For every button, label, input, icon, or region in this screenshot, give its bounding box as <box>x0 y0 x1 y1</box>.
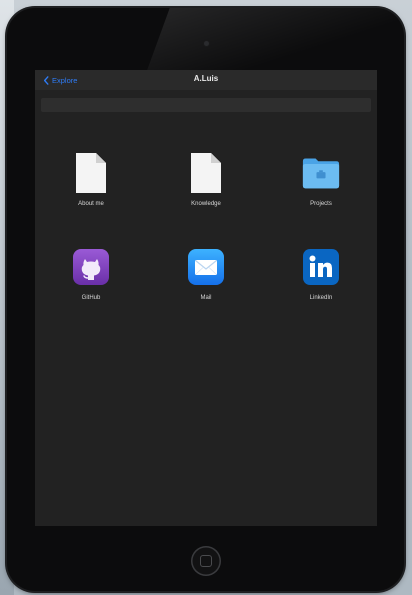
item-label: Mail <box>200 295 212 301</box>
github-icon <box>72 247 110 287</box>
item-label: Knowledge <box>191 201 221 207</box>
navigation-bar: Explore A.Luis <box>35 70 377 90</box>
item-label: Projects <box>310 201 332 207</box>
home-button[interactable] <box>191 546 221 576</box>
item-label: LinkedIn <box>309 295 333 301</box>
item-label: GitHub <box>81 295 101 301</box>
item-projects[interactable]: Projects <box>271 153 371 207</box>
screen: Explore A.Luis About me Knowledge Projec… <box>35 70 377 526</box>
page-title: A.Luis <box>193 74 219 83</box>
item-mail[interactable]: Mail <box>156 247 256 301</box>
item-about-me[interactable]: About me <box>41 153 141 207</box>
item-linkedin[interactable]: LinkedIn <box>271 247 371 301</box>
document-icon <box>72 153 110 193</box>
front-camera <box>204 41 209 46</box>
folder-icon <box>302 153 340 193</box>
search-bar[interactable] <box>41 98 371 112</box>
item-knowledge[interactable]: Knowledge <box>156 153 256 207</box>
item-github[interactable]: GitHub <box>41 247 141 301</box>
item-label: About me <box>78 201 104 207</box>
bezel-reflection <box>144 8 404 78</box>
mail-icon <box>187 247 225 287</box>
document-icon <box>187 153 225 193</box>
tablet-device: Explore A.Luis About me Knowledge Projec… <box>7 8 404 591</box>
home-button-glyph <box>200 555 212 567</box>
linkedin-icon <box>302 247 340 287</box>
